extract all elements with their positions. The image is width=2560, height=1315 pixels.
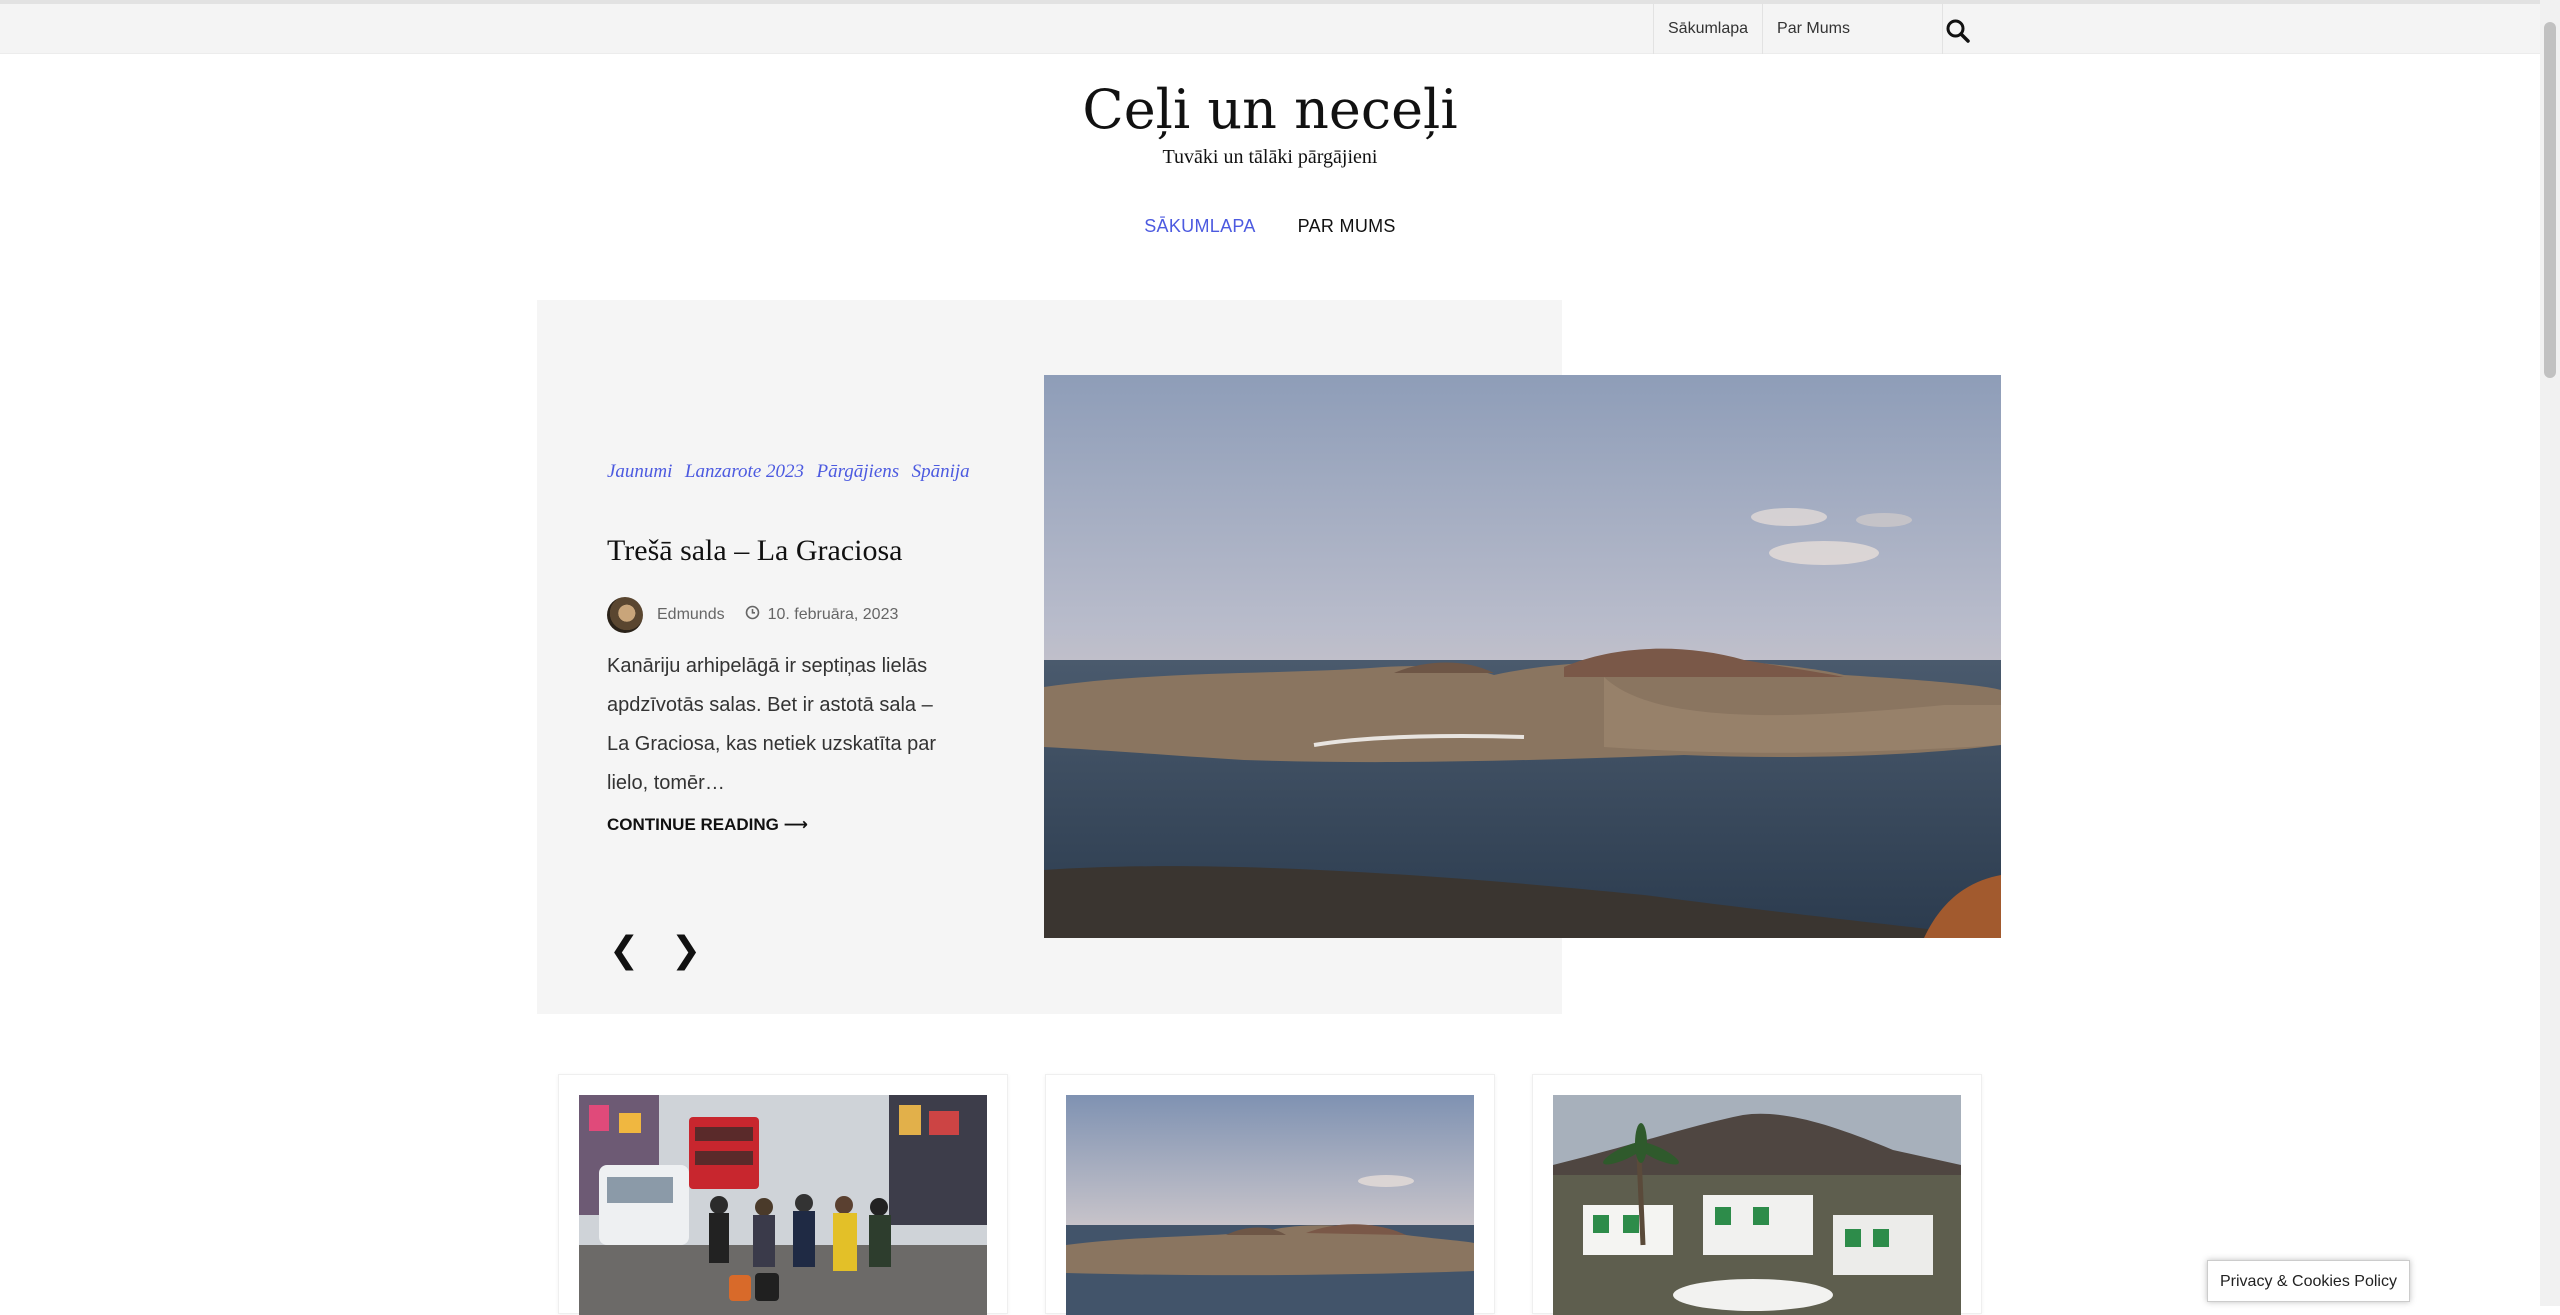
post-card[interactable] bbox=[1532, 1074, 1982, 1315]
post-card[interactable] bbox=[1045, 1074, 1495, 1315]
nav-item-home[interactable]: SĀKUMLAPA bbox=[1144, 216, 1255, 237]
category-link[interactable]: Lanzarote 2023 bbox=[685, 461, 804, 482]
slider-next-button[interactable]: ❯ bbox=[671, 930, 701, 970]
scrollbar-thumb[interactable] bbox=[2544, 22, 2556, 378]
post-date: 10. februāra, 2023 bbox=[767, 606, 899, 623]
category-link[interactable]: Spānija bbox=[912, 461, 970, 482]
featured-post-image[interactable] bbox=[1044, 375, 2001, 938]
page-scrollbar[interactable] bbox=[2540, 0, 2560, 1306]
clock-icon bbox=[745, 605, 760, 625]
featured-post-title[interactable]: Trešā sala – La Graciosa bbox=[607, 534, 902, 568]
top-menu-about-link[interactable]: Par Mums bbox=[1762, 4, 1943, 54]
slider-prev-button[interactable]: ❮ bbox=[609, 930, 639, 970]
category-link[interactable]: Pārgājiens bbox=[816, 461, 899, 482]
post-author[interactable]: Edmunds bbox=[657, 606, 725, 624]
site-tagline: Tuvāki un tālāki pārgājieni bbox=[1162, 146, 1378, 168]
post-meta: Edmunds 10. februāra, 2023 bbox=[607, 596, 898, 634]
post-excerpt: Kanāriju arhipelāgā ir septiņas lielās a… bbox=[607, 655, 937, 794]
post-card[interactable] bbox=[558, 1074, 1008, 1315]
search-icon[interactable] bbox=[1945, 18, 1971, 44]
privacy-policy-button[interactable]: Privacy & Cookies Policy bbox=[2207, 1260, 2410, 1302]
post-card-image[interactable] bbox=[1066, 1095, 1474, 1315]
top-menu-home-link[interactable]: Sākumlapa bbox=[1653, 4, 1762, 54]
category-link[interactable]: Jaunumi bbox=[607, 461, 672, 482]
top-menu: Sākumlapa Par Mums bbox=[1653, 4, 1943, 54]
site-title[interactable]: Ceļi un neceļi bbox=[0, 78, 2540, 141]
top-bar: Sākumlapa Par Mums bbox=[0, 0, 2540, 54]
post-categories: Jaunumi Lanzarote 2023 Pārgājiens Spānij… bbox=[607, 452, 987, 493]
post-card-image[interactable] bbox=[579, 1095, 987, 1315]
main-navigation: SĀKUMLAPA PAR MUMS bbox=[0, 216, 2540, 237]
continue-reading-link[interactable]: CONTINUE READING ⟶ bbox=[607, 815, 808, 835]
nav-item-about[interactable]: PAR MUMS bbox=[1298, 216, 1396, 237]
post-card-image[interactable] bbox=[1553, 1095, 1961, 1315]
author-avatar[interactable] bbox=[607, 597, 643, 633]
